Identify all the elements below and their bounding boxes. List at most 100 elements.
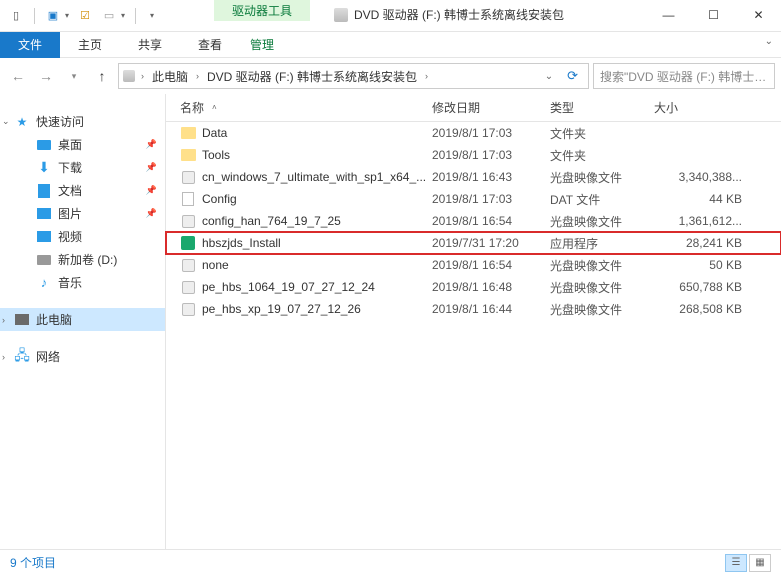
file-size: 44 KB (654, 192, 754, 206)
file-type: 应用程序 (550, 235, 654, 252)
dropdown-icon[interactable]: ▾ (65, 11, 69, 20)
pin-icon: 📌 (146, 185, 157, 196)
file-row[interactable]: none2019/8/1 16:54光盘映像文件50 KB (166, 254, 781, 276)
address-dropdown-icon[interactable]: ⌄ (541, 71, 557, 82)
qat-customize-icon[interactable]: ▾ (150, 11, 154, 20)
iso-icon (182, 303, 195, 316)
file-row[interactable]: cn_windows_7_ultimate_with_sp1_x64_...20… (166, 166, 781, 188)
iso-icon (182, 259, 195, 272)
collapse-icon[interactable]: ⌄ (2, 116, 10, 127)
folder-icon: ▯ (8, 8, 24, 24)
new-folder-icon[interactable]: ▭ (101, 8, 117, 24)
tab-file[interactable]: 文件 (0, 32, 60, 58)
minimize-button[interactable]: ― (646, 0, 691, 30)
nav-documents[interactable]: 文档📌 (0, 179, 165, 202)
music-icon: ♪ (36, 275, 52, 291)
file-name: Data (202, 126, 227, 140)
star-icon: ★ (14, 114, 30, 130)
file-name: pe_hbs_xp_19_07_27_12_26 (202, 302, 361, 316)
separator (135, 8, 136, 24)
up-button[interactable]: ↑ (90, 64, 114, 88)
column-name[interactable]: 名称˄ (180, 99, 432, 116)
file-row[interactable]: pe_hbs_xp_19_07_27_12_262019/8/1 16:44光盘… (166, 298, 781, 320)
chevron-right-icon[interactable]: › (194, 71, 201, 81)
maximize-button[interactable]: ☐ (691, 0, 736, 30)
nav-pictures[interactable]: 图片📌 (0, 202, 165, 225)
file-name: pe_hbs_1064_19_07_27_12_24 (202, 280, 375, 294)
contextual-tab-label: 驱动器工具 (214, 0, 310, 21)
nav-label: 此电脑 (36, 311, 72, 328)
file-date: 2019/7/31 17:20 (432, 236, 550, 250)
properties-icon[interactable]: ▣ (45, 8, 61, 24)
column-size[interactable]: 大小 (654, 99, 781, 116)
drive-icon (123, 70, 135, 82)
file-type: 文件夹 (550, 125, 654, 142)
expand-icon[interactable]: › (2, 315, 5, 325)
refresh-icon[interactable]: ⟳ (561, 68, 584, 84)
file-row[interactable]: Data 2019/8/1 17:03文件夹 (166, 122, 781, 144)
file-date: 2019/8/1 17:03 (432, 148, 550, 162)
file-row[interactable]: config_han_764_19_7_252019/8/1 16:54光盘映像… (166, 210, 781, 232)
recent-dropdown[interactable]: ▾ (62, 64, 86, 88)
checkbox-icon[interactable]: ☑ (77, 8, 93, 24)
file-date: 2019/8/1 16:54 (432, 258, 550, 272)
nav-quick-access[interactable]: ⌄ ★ 快速访问 (0, 110, 165, 133)
nav-music[interactable]: ♪ 音乐 (0, 271, 165, 294)
tab-share[interactable]: 共享 (120, 32, 180, 58)
file-size: 3,340,388... (654, 170, 754, 184)
view-details-button[interactable]: ☰ (725, 554, 747, 572)
nav-newvol[interactable]: 新加卷 (D:) (0, 248, 165, 271)
navigation-pane: ⌄ ★ 快速访问 桌面📌 ⬇下载📌 文档📌 图片📌 视频 新加卷 (D:) ♪音… (0, 94, 166, 549)
dropdown-icon[interactable]: ▾ (121, 11, 125, 20)
file-size: 50 KB (654, 258, 754, 272)
search-input[interactable]: 搜索"DVD 驱动器 (F:) 韩博士… (593, 63, 775, 89)
file-name: Config (202, 192, 237, 206)
close-button[interactable]: ✕ (736, 0, 781, 30)
file-name: hbszjds_Install (202, 236, 281, 250)
dat-icon (182, 192, 194, 206)
tab-home[interactable]: 主页 (60, 32, 120, 58)
file-type: 光盘映像文件 (550, 257, 654, 274)
nav-label: 音乐 (58, 274, 82, 291)
nav-label: 新加卷 (D:) (58, 251, 117, 268)
nav-thispc[interactable]: › 此电脑 (0, 308, 165, 331)
file-date: 2019/8/1 16:48 (432, 280, 550, 294)
file-date: 2019/8/1 16:43 (432, 170, 550, 184)
pc-icon (15, 314, 29, 325)
file-size: 650,788 KB (654, 280, 754, 294)
tab-manage[interactable]: 管理 (232, 32, 292, 58)
drive-icon (37, 255, 51, 265)
breadcrumb-drive[interactable]: DVD 驱动器 (F:) 韩博士系统离线安装包 (205, 66, 419, 87)
column-type[interactable]: 类型 (550, 99, 654, 116)
exe-icon (181, 236, 195, 250)
file-row[interactable]: pe_hbs_1064_19_07_27_12_24 2019/8/1 16:48… (166, 276, 781, 298)
column-headers: 名称˄ 修改日期 类型 大小 (166, 94, 781, 122)
back-button[interactable]: ← (6, 64, 30, 88)
nav-desktop[interactable]: 桌面📌 (0, 133, 165, 156)
forward-button[interactable]: → (34, 64, 58, 88)
nav-label: 视频 (58, 228, 82, 245)
file-row[interactable]: hbszjds_Install2019/7/31 17:20应用程序28,241… (166, 232, 781, 254)
nav-label: 桌面 (58, 136, 82, 153)
file-date: 2019/8/1 17:03 (432, 192, 550, 206)
breadcrumb-thispc[interactable]: 此电脑 (150, 66, 190, 87)
nav-downloads[interactable]: ⬇下载📌 (0, 156, 165, 179)
chevron-right-icon[interactable]: › (139, 71, 146, 81)
address-bar[interactable]: › 此电脑 › DVD 驱动器 (F:) 韩博士系统离线安装包 › ⌄ ⟳ (118, 63, 589, 89)
nav-network[interactable]: › 🖧 网络 (0, 345, 165, 368)
nav-videos[interactable]: 视频 (0, 225, 165, 248)
expand-icon[interactable]: › (2, 352, 5, 362)
column-date[interactable]: 修改日期 (432, 99, 550, 116)
file-row[interactable]: Tools2019/8/1 17:03文件夹 (166, 144, 781, 166)
expand-ribbon-icon[interactable]: ⌄ (765, 36, 773, 47)
nav-label: 快速访问 (36, 113, 84, 130)
file-type: 光盘映像文件 (550, 213, 654, 230)
file-name: Tools (202, 148, 230, 162)
file-row[interactable]: Config2019/8/1 17:03DAT 文件44 KB (166, 188, 781, 210)
file-date: 2019/8/1 17:03 (432, 126, 550, 140)
nav-label: 下载 (58, 159, 82, 176)
view-large-icons-button[interactable]: ▦ (749, 554, 771, 572)
iso-icon (182, 281, 195, 294)
chevron-right-icon[interactable]: › (423, 71, 430, 81)
video-icon (37, 231, 51, 242)
